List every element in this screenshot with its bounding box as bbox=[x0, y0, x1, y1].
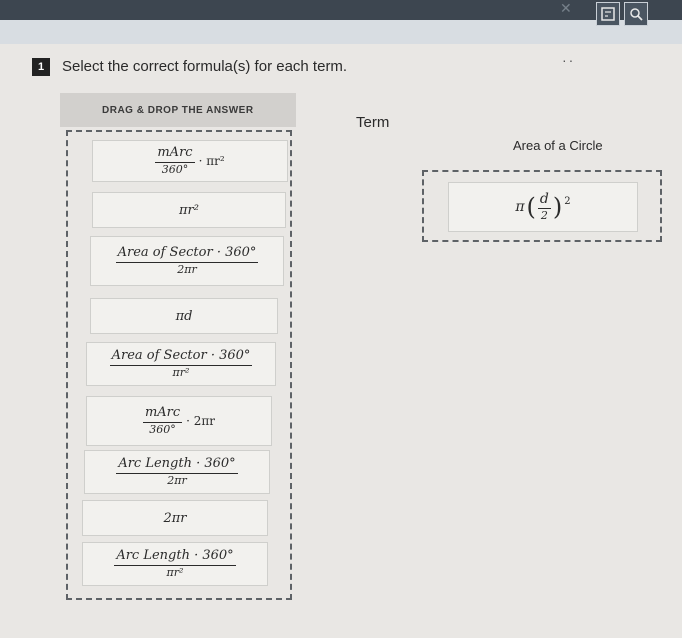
tile-denominator: 2πr bbox=[177, 262, 197, 276]
answer-tile[interactable]: Area of Sector · 360° πr² bbox=[86, 342, 276, 386]
toolbar-strip bbox=[0, 20, 682, 44]
tile-numerator: Area of Sector · 360° bbox=[109, 349, 253, 366]
answer-tile[interactable]: πr² bbox=[92, 192, 286, 228]
tile-numerator: mArc bbox=[155, 146, 195, 163]
placed-answer-tile[interactable]: π ( d2 ) 2 bbox=[448, 182, 638, 232]
question-number: 1 bbox=[32, 58, 50, 76]
question-prompt: Select the correct formula(s) for each t… bbox=[62, 58, 348, 75]
tile-numerator: Area of Sector · 360° bbox=[115, 246, 259, 263]
top-bar bbox=[0, 0, 682, 20]
search-icon[interactable] bbox=[624, 2, 648, 26]
calculator-icon[interactable] bbox=[596, 2, 620, 26]
right-paren: ) bbox=[552, 192, 563, 221]
tile-expression: πr² bbox=[179, 202, 199, 218]
tile-denominator: πr² bbox=[166, 565, 184, 579]
tile-denominator: 360° bbox=[161, 162, 189, 176]
tile-denominator: 360° bbox=[149, 422, 176, 436]
answer-tile[interactable]: πd bbox=[90, 298, 278, 334]
tile-denominator: πr² bbox=[172, 365, 190, 379]
answer-tile[interactable]: Area of Sector · 360° 2πr bbox=[90, 236, 284, 286]
tile-expression: 2πr bbox=[163, 510, 187, 526]
placed-prefix: π bbox=[515, 198, 525, 215]
answer-tile[interactable]: Arc Length · 360° πr² bbox=[82, 542, 268, 586]
close-icon[interactable]: ✕ bbox=[560, 0, 572, 17]
term-name: Area of a Circle bbox=[513, 138, 603, 153]
answer-tile[interactable]: mArc 360° · πr² bbox=[92, 140, 288, 182]
tile-denominator: 2πr bbox=[167, 473, 187, 487]
answer-bank-header: DRAG & DROP THE ANSWER bbox=[60, 93, 296, 127]
placed-exponent: 2 bbox=[564, 195, 571, 207]
tile-suffix: · πr² bbox=[198, 153, 225, 168]
tile-numerator: Arc Length · 360° bbox=[116, 457, 238, 474]
answer-tile[interactable]: mArc 360° · 2πr bbox=[86, 396, 272, 446]
answer-tile[interactable]: Arc Length · 360° 2πr bbox=[84, 450, 270, 494]
answer-tile[interactable]: 2πr bbox=[82, 500, 268, 536]
tile-numerator: mArc bbox=[142, 406, 183, 423]
left-paren: ( bbox=[526, 192, 536, 221]
placed-numerator: d bbox=[537, 191, 551, 210]
dots-mark: ·· bbox=[562, 52, 576, 68]
tile-expression: πd bbox=[175, 308, 193, 324]
tile-suffix: · 2πr bbox=[186, 413, 216, 428]
placed-denominator: 2 bbox=[540, 209, 548, 223]
term-column-header: Term bbox=[356, 114, 390, 131]
tile-numerator: Arc Length · 360° bbox=[114, 549, 236, 566]
